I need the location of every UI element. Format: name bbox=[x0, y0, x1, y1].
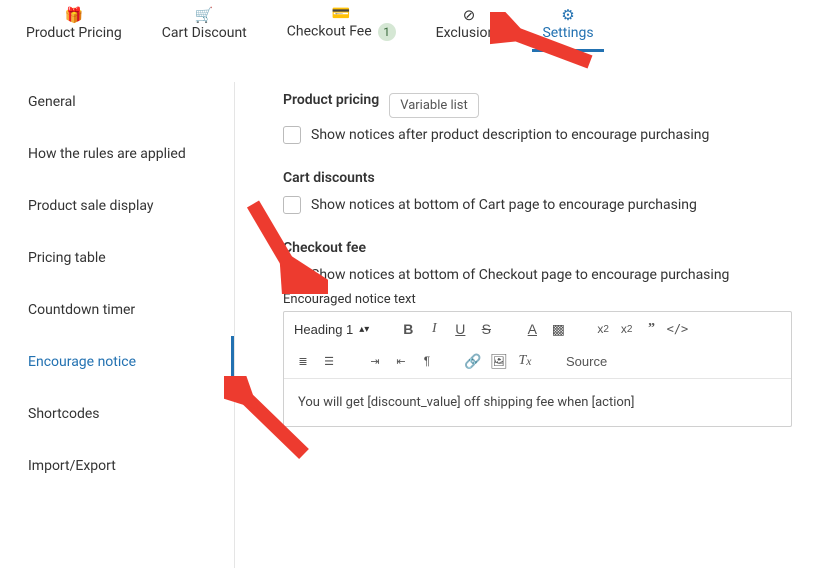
section-title: Product pricing bbox=[283, 92, 379, 108]
variable-list-button[interactable]: Variable list bbox=[389, 93, 479, 118]
cart-icon: 🛒 bbox=[195, 8, 214, 23]
sidebar-item-rules[interactable]: How the rules are applied bbox=[0, 128, 234, 180]
paragraph-icon[interactable]: ¶ bbox=[416, 350, 438, 372]
chevron-updown-icon: ▴▾ bbox=[359, 324, 369, 335]
gear-icon: ⚙ bbox=[561, 8, 574, 23]
outdent-icon[interactable]: ⇤ bbox=[390, 350, 412, 372]
checkbox-checkout-notice[interactable] bbox=[283, 266, 301, 284]
unordered-list-icon[interactable]: ☰ bbox=[318, 350, 340, 372]
tab-label: Product Pricing bbox=[26, 25, 122, 41]
tab-label: Settings bbox=[542, 25, 593, 41]
section-product-pricing: Product pricing Variable list Show notic… bbox=[283, 92, 792, 144]
sidebar-item-countdown[interactable]: Countdown timer bbox=[0, 284, 234, 336]
section-cart-discounts: Cart discounts Show notices at bottom of… bbox=[283, 170, 792, 214]
section-title: Checkout fee bbox=[283, 240, 792, 256]
link-icon[interactable]: 🔗 bbox=[462, 350, 484, 372]
sidebar-item-shortcodes[interactable]: Shortcodes bbox=[0, 388, 234, 440]
tab-label: Exclusions bbox=[436, 25, 503, 41]
sidebar-item-pricing-table[interactable]: Pricing table bbox=[0, 232, 234, 284]
section-checkout-fee: Checkout fee Show notices at bottom of C… bbox=[283, 240, 792, 427]
checkbox-cart-notice[interactable] bbox=[283, 196, 301, 214]
tab-exclusions[interactable]: ⊘ Exclusions bbox=[416, 2, 523, 51]
underline-icon[interactable]: U bbox=[449, 318, 471, 340]
background-color-icon[interactable]: ▩ bbox=[547, 318, 569, 340]
superscript-icon[interactable]: x2 bbox=[617, 318, 637, 340]
tab-label: Checkout Fee1 bbox=[287, 23, 396, 41]
checkbox-label: Show notices at bottom of Checkout page … bbox=[311, 267, 729, 283]
card-icon: 💳 bbox=[332, 6, 351, 21]
code-icon[interactable]: </> bbox=[666, 318, 688, 340]
main-panel: Product pricing Variable list Show notic… bbox=[235, 52, 832, 568]
heading-select[interactable]: Heading 1 ▴▾ bbox=[292, 322, 373, 337]
strike-icon[interactable]: S bbox=[475, 318, 497, 340]
quote-icon[interactable]: ” bbox=[640, 318, 662, 340]
bold-icon[interactable]: B bbox=[397, 318, 419, 340]
sidebar-item-import-export[interactable]: Import/Export bbox=[0, 440, 234, 492]
editor-subtitle: Encouraged notice text bbox=[283, 292, 792, 307]
ordered-list-icon[interactable]: ≣ bbox=[292, 350, 314, 372]
rich-text-editor: Heading 1 ▴▾ B I U S A ▩ x2 x2 ” </> bbox=[283, 311, 792, 427]
text-color-icon[interactable]: A bbox=[521, 318, 543, 340]
tab-cart-discount[interactable]: 🛒 Cart Discount bbox=[142, 2, 267, 51]
checkbox-label: Show notices after product description t… bbox=[311, 127, 709, 143]
badge-count: 1 bbox=[378, 23, 396, 41]
source-button[interactable]: Source bbox=[560, 354, 607, 369]
italic-icon[interactable]: I bbox=[423, 318, 445, 340]
settings-sidebar: General How the rules are applied Produc… bbox=[0, 52, 234, 568]
sidebar-item-general[interactable]: General bbox=[0, 76, 234, 128]
editor-toolbar: Heading 1 ▴▾ B I U S A ▩ x2 x2 ” </> bbox=[284, 312, 791, 379]
exclude-icon: ⊘ bbox=[463, 8, 476, 23]
gift-icon: 🎁 bbox=[65, 8, 84, 23]
tab-product-pricing[interactable]: 🎁 Product Pricing bbox=[6, 2, 142, 51]
checkbox-label: Show notices at bottom of Cart page to e… bbox=[311, 197, 697, 213]
image-icon[interactable]: 🖼 bbox=[488, 350, 510, 372]
editor-textarea[interactable]: You will get [discount_value] off shippi… bbox=[284, 379, 791, 426]
clear-format-icon[interactable]: Tx bbox=[514, 350, 536, 372]
sidebar-item-encourage-notice[interactable]: Encourage notice bbox=[0, 336, 234, 388]
top-tabs: 🎁 Product Pricing 🛒 Cart Discount 💳 Chec… bbox=[0, 0, 832, 52]
tab-checkout-fee[interactable]: 💳 Checkout Fee1 bbox=[267, 0, 416, 51]
subscript-icon[interactable]: x2 bbox=[593, 318, 613, 340]
tab-label: Cart Discount bbox=[162, 25, 247, 41]
section-title: Cart discounts bbox=[283, 170, 792, 186]
tab-settings[interactable]: ⚙ Settings bbox=[522, 2, 613, 51]
indent-icon[interactable]: ⇥ bbox=[364, 350, 386, 372]
sidebar-item-sale-display[interactable]: Product sale display bbox=[0, 180, 234, 232]
checkbox-product-pricing-notice[interactable] bbox=[283, 126, 301, 144]
